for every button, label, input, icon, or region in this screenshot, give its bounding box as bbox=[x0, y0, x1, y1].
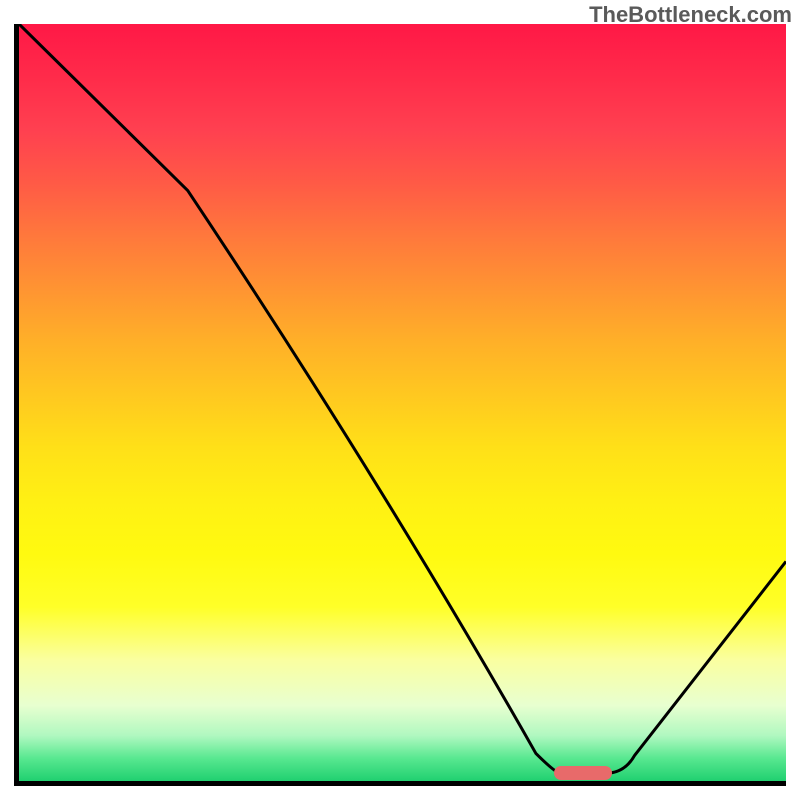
chart-plot-area bbox=[14, 24, 786, 786]
chart-svg bbox=[19, 24, 786, 781]
optimal-marker bbox=[554, 766, 612, 780]
watermark-text: TheBottleneck.com bbox=[589, 2, 792, 28]
bottleneck-curve bbox=[19, 24, 786, 773]
